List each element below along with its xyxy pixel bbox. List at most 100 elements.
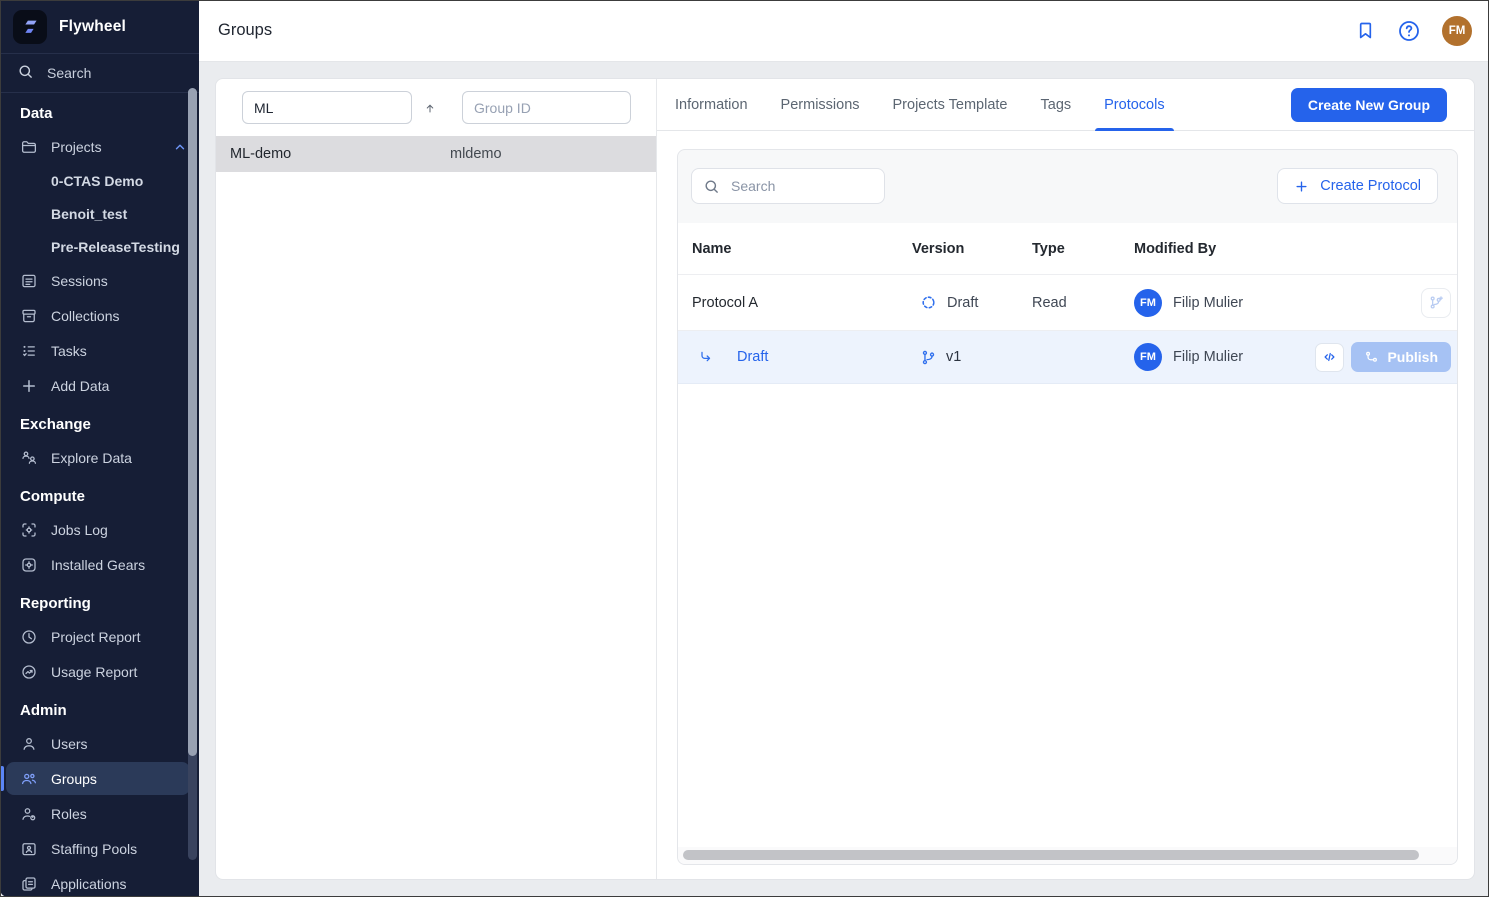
- draft-row-actions: Publish: [1315, 342, 1457, 372]
- protocol-row[interactable]: Protocol A Draft Read FM Filip Mulier: [678, 275, 1457, 331]
- sidebar-search-label: Search: [47, 65, 91, 81]
- draft-name-cell: Draft: [678, 349, 906, 365]
- draft-link[interactable]: Draft: [737, 349, 768, 365]
- user-key-icon: [19, 805, 38, 823]
- trend-circle-icon: [19, 663, 38, 681]
- tab-information[interactable]: Information: [675, 79, 748, 130]
- column-header-modified-by: Modified By: [1134, 241, 1451, 257]
- tab-permissions[interactable]: Permissions: [781, 79, 860, 130]
- help-icon[interactable]: [1397, 19, 1421, 43]
- gear-brackets-icon: [19, 521, 38, 539]
- sidebar-item-label: Staffing Pools: [51, 841, 137, 857]
- top-header: Groups FM: [199, 0, 1489, 62]
- sidebar-item-explore-data[interactable]: Explore Data: [0, 440, 199, 475]
- sidebar-item-sessions[interactable]: Sessions: [0, 263, 199, 298]
- users-group-icon: [19, 770, 38, 788]
- search-icon: [17, 63, 34, 83]
- sidebar-item-label: Pre-ReleaseTesting: [51, 239, 180, 255]
- protocols-search-input[interactable]: [729, 177, 873, 195]
- user-avatar[interactable]: FM: [1442, 16, 1472, 46]
- protocol-modified-by: FM Filip Mulier: [1134, 289, 1421, 317]
- horizontal-scrollbar-thumb[interactable]: [683, 850, 1419, 860]
- tasks-icon: [19, 342, 38, 360]
- sidebar-item-add-data[interactable]: Add Data: [0, 368, 199, 403]
- sidebar-item-label: Add Data: [51, 378, 109, 394]
- flywheel-logo-icon: [13, 10, 47, 44]
- header-actions: FM: [1355, 16, 1472, 46]
- column-header-name: Name: [678, 241, 906, 257]
- group-name-filter-input[interactable]: [242, 91, 412, 124]
- sidebar-item-pre-releasetesting[interactable]: Pre-ReleaseTesting: [0, 230, 199, 263]
- table-header-row: Name Version Type Modified By: [678, 223, 1457, 275]
- sidebar-item-project-report[interactable]: Project Report: [0, 619, 199, 654]
- create-protocol-label: Create Protocol: [1320, 178, 1421, 194]
- sidebar-search[interactable]: Search: [0, 54, 199, 93]
- sidebar-item-tasks[interactable]: Tasks: [0, 333, 199, 368]
- sidebar-item-applications[interactable]: Applications: [0, 866, 199, 897]
- sidebar-item-groups[interactable]: Groups: [6, 762, 190, 795]
- create-protocol-button[interactable]: Create Protocol: [1277, 168, 1438, 204]
- section-title-data: Data: [0, 92, 199, 129]
- publish-branch-icon: [1364, 350, 1379, 365]
- bookmark-icon[interactable]: [1355, 20, 1376, 41]
- protocol-version-cell: Draft: [906, 294, 1032, 311]
- sidebar-item-users[interactable]: Users: [0, 726, 199, 761]
- protocol-row-actions: [1421, 288, 1457, 318]
- sidebar-item-benoit-test[interactable]: Benoit_test: [0, 197, 199, 230]
- sidebar-item-label: Jobs Log: [51, 522, 108, 538]
- group-list-panel: ML-demo mldemo: [216, 79, 657, 879]
- group-name: ML-demo: [216, 146, 450, 162]
- tab-projects-template[interactable]: Projects Template: [893, 79, 1008, 130]
- protocol-type: Read: [1032, 295, 1134, 311]
- plus-icon: [19, 377, 38, 395]
- sidebar-item-label: Project Report: [51, 629, 140, 645]
- sidebar-item-jobs-log[interactable]: Jobs Log: [0, 512, 199, 547]
- sidebar-item-collections[interactable]: Collections: [0, 298, 199, 333]
- pie-clock-icon: [19, 628, 38, 646]
- modified-by-name: Filip Mulier: [1173, 295, 1243, 311]
- gear-box-icon: [19, 556, 38, 574]
- sidebar-item-label: Benoit_test: [51, 206, 127, 222]
- draft-version: v1: [946, 349, 961, 365]
- sidebar-item-label: Roles: [51, 806, 87, 822]
- sidebar-scrollbar-thumb[interactable]: [188, 88, 197, 756]
- sidebar-item-staffing-pools[interactable]: Staffing Pools: [0, 831, 199, 866]
- sidebar-item-label: Projects: [51, 139, 102, 155]
- sidebar-item-0-ctas-demo[interactable]: 0-CTAS Demo: [0, 164, 199, 197]
- group-detail-area: Information Permissions Projects Templat…: [657, 79, 1474, 879]
- protocols-search-box[interactable]: [691, 168, 885, 204]
- group-id-filter-input[interactable]: [462, 91, 631, 124]
- create-version-button[interactable]: [1421, 288, 1451, 318]
- active-indicator: [0, 766, 4, 791]
- sidebar-item-label: Collections: [51, 308, 119, 324]
- create-new-group-button[interactable]: Create New Group: [1291, 88, 1447, 122]
- app-window: Flywheel Search Data Projects 0-CTAS Dem…: [0, 0, 1489, 897]
- chevron-up-icon[interactable]: [173, 140, 187, 154]
- protocols-table: Name Version Type Modified By Protocol A: [678, 223, 1457, 847]
- sidebar-item-label: Installed Gears: [51, 557, 145, 573]
- section-title-reporting: Reporting: [0, 582, 199, 619]
- publish-button[interactable]: Publish: [1351, 342, 1451, 372]
- draft-modified-by: FM Filip Mulier: [1134, 343, 1315, 371]
- sidebar-item-label: Explore Data: [51, 450, 132, 466]
- group-list-row-selected[interactable]: ML-demo mldemo: [216, 136, 656, 172]
- sidebar-item-usage-report[interactable]: Usage Report: [0, 654, 199, 689]
- sidebar-item-projects[interactable]: Projects: [0, 129, 199, 164]
- tab-protocols[interactable]: Protocols: [1104, 79, 1164, 130]
- sidebar-item-label: Tasks: [51, 343, 87, 359]
- avatar: FM: [1134, 289, 1162, 317]
- section-title-compute: Compute: [0, 475, 199, 512]
- brand-row: Flywheel: [0, 0, 199, 54]
- sidebar-item-label: Groups: [51, 771, 97, 787]
- protocol-draft-row[interactable]: Draft v1 FM Filip Mulier: [678, 331, 1457, 384]
- child-arrow-icon: [698, 349, 714, 365]
- tab-tags[interactable]: Tags: [1041, 79, 1072, 130]
- group-id: mldemo: [450, 146, 502, 162]
- sidebar-item-installed-gears[interactable]: Installed Gears: [0, 547, 199, 582]
- folder-icon: [19, 138, 38, 156]
- view-code-button[interactable]: [1315, 343, 1344, 372]
- people-network-icon: [19, 449, 38, 467]
- sort-ascending-button[interactable]: [418, 96, 442, 120]
- modified-by-name: Filip Mulier: [1173, 349, 1243, 365]
- sidebar-item-roles[interactable]: Roles: [0, 796, 199, 831]
